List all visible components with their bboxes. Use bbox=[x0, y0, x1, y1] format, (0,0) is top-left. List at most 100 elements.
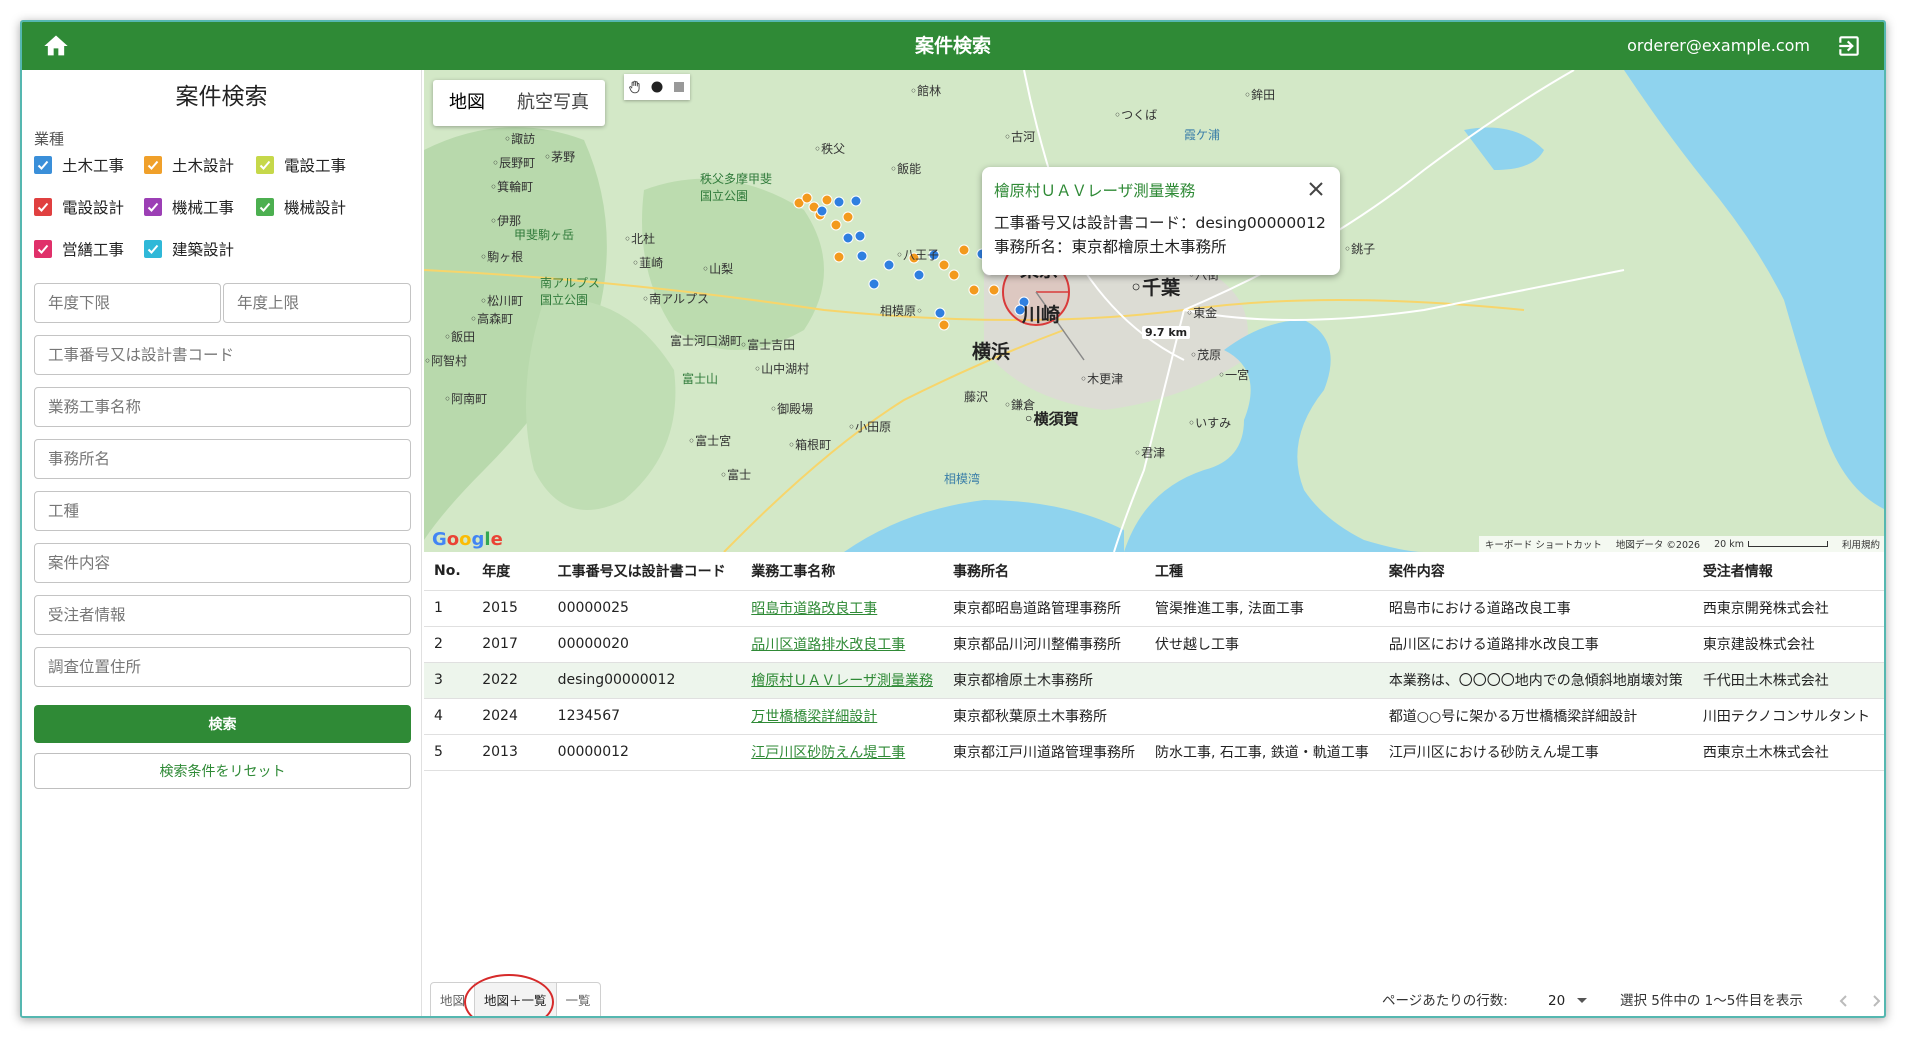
cell-kind: 管渠推進工事, 法面工事 bbox=[1145, 590, 1379, 627]
column-header[interactable]: No. bbox=[424, 552, 473, 591]
marker-info-window: 檜原村ＵＡＶレーザ測量業務 工事番号又は設計書コード：desing0000001… bbox=[982, 167, 1340, 275]
industry-checkbox[interactable]: 機械設計 bbox=[256, 197, 376, 217]
cell-name[interactable]: 万世橋橋梁詳細設計 bbox=[741, 698, 943, 735]
column-header[interactable]: 事務所名 bbox=[943, 552, 1145, 591]
previous-page-button[interactable] bbox=[1834, 991, 1854, 1011]
view-mode-map[interactable]: 地図 bbox=[431, 983, 476, 1016]
map-type-satellite[interactable]: 航空写真 bbox=[501, 80, 605, 126]
year-max-input[interactable] bbox=[223, 283, 411, 323]
cell-code: 00000025 bbox=[547, 590, 742, 627]
industry-checkbox[interactable]: 土木設計 bbox=[144, 155, 256, 175]
table-footer: 地図 地図＋一覧 一覧 ページあたりの行数: 20 選択 5件中の 1〜5件目を… bbox=[424, 974, 1884, 1016]
work-type-input[interactable] bbox=[34, 491, 411, 531]
app-window: 案件検索 orderer@example.com 案件検索 業種 土木工事 土木設… bbox=[20, 20, 1886, 1018]
info-window-title-link[interactable]: 檜原村ＵＡＶレーザ測量業務 bbox=[994, 179, 1328, 201]
results-table: No. 年度 工事番号又は設計書コード 業務工事名称 事務所名 工種 案件内容 受注者情報 1… bbox=[424, 552, 1884, 771]
industry-checkbox-label: 電設設計 bbox=[62, 199, 125, 217]
industry-checkbox[interactable]: 機械工事 bbox=[144, 197, 256, 217]
table-row[interactable]: 5 2013 00000012 江戸川区砂防えん堤工事 東京都江戸川道路管理事務所 防水工… bbox=[424, 734, 1884, 771]
map-data-attribution: 地図データ ©2026 bbox=[1615, 540, 1701, 551]
project-content-input[interactable] bbox=[34, 543, 411, 583]
map-view[interactable]: ◦諏訪 ◦茅野 ◦辰野町 ◦箕輪町 ◦伊那 甲斐駒ヶ岳 ◦北杜 ◦駒ヶ根 ◦韮崎… bbox=[424, 70, 1886, 552]
app-header: 案件検索 orderer@example.com bbox=[22, 22, 1884, 70]
column-header[interactable]: 案件内容 bbox=[1378, 552, 1693, 591]
table-row[interactable]: 2 2017 00000020 品川区道路排水改良工事 東京都品川河川整備事務所 伏せ越し… bbox=[424, 626, 1884, 663]
industry-checkbox[interactable]: 電設工事 bbox=[256, 155, 376, 175]
cell-contractor: 西東京土木株式会社 bbox=[1692, 734, 1884, 771]
cell-kind bbox=[1145, 662, 1379, 699]
rows-per-page-label: ページあたりの行数: bbox=[1382, 993, 1508, 1009]
checkbox-checked-icon bbox=[256, 156, 274, 174]
column-header[interactable]: 年度 bbox=[472, 552, 548, 591]
address-input[interactable] bbox=[34, 647, 411, 687]
column-header[interactable]: 工事番号又は設計書コード bbox=[547, 552, 742, 591]
sidebar-title: 案件検索 bbox=[175, 84, 268, 110]
home-icon bbox=[44, 35, 68, 56]
cell-kind: 伏せ越し工事 bbox=[1145, 626, 1379, 663]
view-mode-list[interactable]: 一覧 bbox=[557, 983, 600, 1016]
industry-checkbox-label: 機械設計 bbox=[284, 199, 347, 217]
reset-button[interactable]: 検索条件をリセット bbox=[34, 753, 411, 789]
chevron-left-icon bbox=[1839, 995, 1847, 1007]
industry-checkbox[interactable]: 営繕工事 bbox=[34, 239, 144, 259]
cell-contractor: 川田テクノコンサルタント bbox=[1692, 698, 1884, 735]
checkbox-checked-icon bbox=[34, 156, 52, 174]
search-button[interactable]: 検索 bbox=[34, 705, 411, 743]
table-row[interactable]: 1 2015 00000025 昭島市道路改良工事 東京都昭島道路管理事務所 管渠推進工事… bbox=[424, 590, 1884, 627]
cell-name[interactable]: 檜原村ＵＡＶレーザ測量業務 bbox=[741, 662, 943, 699]
rows-per-page-select[interactable]: 20 bbox=[1548, 982, 1589, 1016]
map-type-roadmap[interactable]: 地図 bbox=[433, 80, 501, 126]
cell-office: 東京都品川河川整備事務所 bbox=[943, 626, 1145, 663]
industry-checkbox[interactable]: 電設設計 bbox=[34, 197, 144, 217]
industry-checkbox[interactable]: 土木工事 bbox=[34, 155, 144, 175]
hand-pan-icon[interactable] bbox=[627, 79, 643, 95]
rectangle-draw-icon[interactable] bbox=[671, 79, 687, 95]
project-name-input[interactable] bbox=[34, 387, 411, 427]
year-min-input[interactable] bbox=[34, 283, 221, 323]
cell-name[interactable]: 江戸川区砂防えん堤工事 bbox=[741, 734, 943, 771]
industry-label: 業種 bbox=[34, 130, 65, 148]
cell-content: 昭島市における道路改良工事 bbox=[1378, 590, 1693, 627]
circle-draw-icon[interactable] bbox=[649, 79, 665, 95]
cell-no: 5 bbox=[424, 734, 473, 771]
map-type-control: 地図 航空写真 bbox=[433, 80, 605, 126]
industry-checkbox-group: 土木工事 土木設計 電設工事電設設計 機械工事 機械設計営繕工事 建築設計 bbox=[34, 155, 421, 259]
checkbox-checked-icon bbox=[34, 198, 52, 216]
cell-no: 2 bbox=[424, 626, 473, 663]
column-header[interactable]: 工種 bbox=[1145, 552, 1379, 591]
next-page-button[interactable] bbox=[1866, 991, 1884, 1011]
terms-link[interactable]: 利用規約 bbox=[1842, 537, 1880, 551]
code-input[interactable] bbox=[34, 335, 411, 375]
table-row[interactable]: 4 2024 1234567 万世橋橋梁詳細設計 東京都秋葉原土木事務所 都道○○号に架か… bbox=[424, 698, 1884, 735]
office-name-input[interactable] bbox=[34, 439, 411, 479]
cell-content: 都道○○号に架かる万世橋橋梁詳細設計 bbox=[1378, 698, 1693, 735]
industry-checkbox-label: 建築設計 bbox=[172, 241, 235, 259]
cell-no: 3 bbox=[424, 662, 473, 699]
cell-code: 1234567 bbox=[547, 698, 742, 735]
industry-checkbox[interactable]: 建築設計 bbox=[144, 239, 256, 259]
cell-name[interactable]: 品川区道路排水改良工事 bbox=[741, 626, 943, 663]
checkbox-checked-icon bbox=[256, 198, 274, 216]
map-canvas[interactable] bbox=[424, 70, 1886, 552]
logout-icon bbox=[1839, 36, 1859, 56]
cell-name[interactable]: 昭島市道路改良工事 bbox=[741, 590, 943, 627]
industry-checkbox-label: 機械工事 bbox=[172, 199, 235, 217]
rows-per-page-value: 20 bbox=[1548, 993, 1566, 1009]
google-logo: Google bbox=[432, 529, 503, 550]
industry-checkbox-label: 土木工事 bbox=[62, 157, 125, 175]
keyboard-shortcuts-link[interactable]: キーボード ショートカット bbox=[1485, 537, 1602, 551]
view-mode-map-list[interactable]: 地図＋一覧 bbox=[475, 983, 557, 1016]
info-window-close-button[interactable] bbox=[1306, 179, 1326, 199]
cell-year: 2022 bbox=[472, 662, 548, 699]
cell-content: 本業務は、〇〇〇〇地内での急傾斜地崩壊対策 bbox=[1378, 662, 1693, 699]
search-sidebar: 案件検索 業種 土木工事 土木設計 電設工事電設設計 機械工事 機械設計営繕工事 建築設計… bbox=[22, 70, 422, 1016]
logout-button[interactable] bbox=[1836, 33, 1862, 59]
column-header[interactable]: 業務工事名称 bbox=[741, 552, 943, 591]
column-header[interactable]: 受注者情報 bbox=[1692, 552, 1884, 591]
table-row[interactable]: 3 2022 desing00000012 檜原村ＵＡＶレーザ測量業務 東京都檜原土木事… bbox=[424, 662, 1884, 699]
contractor-input[interactable] bbox=[34, 595, 411, 635]
pagination-info: 選択 5件中の 1〜5件目を表示 bbox=[1620, 993, 1803, 1009]
cell-year: 2013 bbox=[472, 734, 548, 771]
industry-checkbox-label: 営繕工事 bbox=[62, 241, 125, 259]
home-button[interactable] bbox=[42, 32, 70, 60]
